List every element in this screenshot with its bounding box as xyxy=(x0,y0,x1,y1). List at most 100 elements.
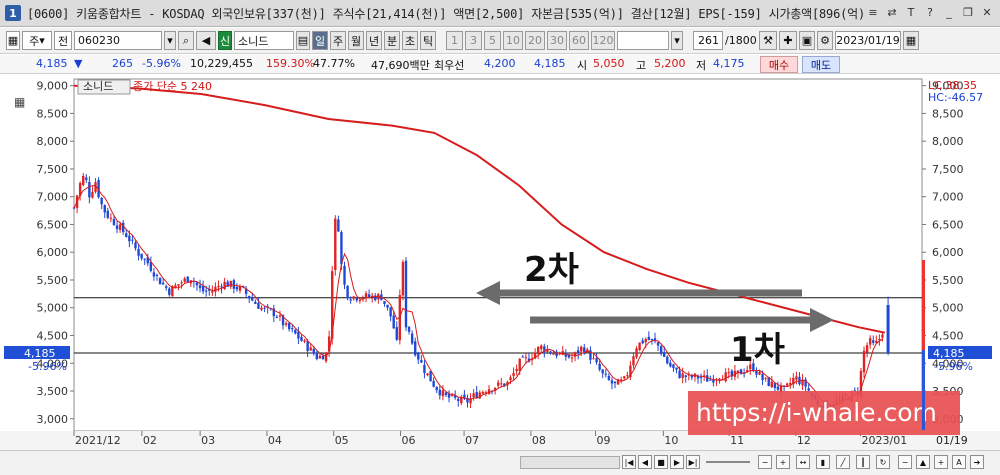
interval-30[interactable]: 30 xyxy=(547,31,567,50)
x-tick-label: 11 xyxy=(730,434,744,447)
low-price: 4,175 xyxy=(713,57,745,70)
arrow-icon[interactable]: ➔ xyxy=(970,455,984,469)
candle-body xyxy=(106,210,110,218)
candle-body xyxy=(647,336,651,340)
candle-body xyxy=(656,342,660,346)
candle-body xyxy=(186,276,189,283)
period-second[interactable]: 초 xyxy=(402,31,418,50)
line-icon[interactable]: ╱ xyxy=(836,455,850,469)
menu-icon[interactable]: ≡ xyxy=(866,5,880,19)
save-icon[interactable]: ▣ xyxy=(799,31,815,50)
best-bid: 4,185 xyxy=(534,57,566,70)
close-icon[interactable]: ✕ xyxy=(980,5,994,19)
settings-icon[interactable]: ⚙ xyxy=(817,31,833,50)
interval-10[interactable]: 10 xyxy=(503,31,523,50)
add-icon[interactable]: + xyxy=(934,455,948,469)
triangle-icon[interactable]: ▲ xyxy=(916,455,930,469)
fit-icon[interactable]: ↔ xyxy=(796,455,810,469)
y-tick-label-right: 6,500 xyxy=(932,218,964,231)
scroll-next-icon[interactable]: ▶ xyxy=(670,455,684,469)
candle-body xyxy=(294,329,297,334)
calendar-icon[interactable]: ▦ xyxy=(903,31,919,50)
scroll-prev-icon[interactable]: ◀ xyxy=(638,455,652,469)
window-title: [0600] 키움종합차트 - KOSDAQ 외국인보유[337(천)] 주식수… xyxy=(27,6,865,21)
sell-button[interactable]: 매도 xyxy=(802,56,840,73)
sound-icon[interactable]: ◀ xyxy=(196,31,216,50)
buy-button[interactable]: 매수 xyxy=(760,56,798,73)
chart-type-select[interactable]: 주 ▾ xyxy=(22,31,52,50)
minimize-icon[interactable]: _ xyxy=(942,5,956,19)
zoom-out-icon[interactable]: − xyxy=(758,455,772,469)
period-year[interactable]: 년 xyxy=(366,31,382,50)
status-bar: |◀ ◀ ■ ▶ ▶| − + ↔ ▮ ╱ ┃ ↻ − ▲ + A ➔ xyxy=(0,450,1000,475)
candle-body xyxy=(223,281,226,289)
candle-body xyxy=(410,333,414,344)
candle-body xyxy=(343,265,346,285)
restore-icon[interactable]: ❐ xyxy=(961,5,975,19)
candle-body xyxy=(457,398,460,402)
price-chart[interactable]: 9,000 8,500 8,000 7,500 7,000 6,500 6,000 5,500… xyxy=(0,75,1000,450)
candle-body xyxy=(201,286,205,292)
chart-toolbar: ▦ 주 ▾ 전 060230 ▾ ⌕ ◀ 신 소니드 ▤ 일 주 월 년 분 초 … xyxy=(0,28,1000,54)
data-count-input[interactable]: 261 xyxy=(693,31,723,50)
candle-body xyxy=(795,376,798,380)
period-tick[interactable]: 틱 xyxy=(420,31,436,50)
scroll-pause-icon[interactable]: ■ xyxy=(654,455,668,469)
interval-5[interactable]: 5 xyxy=(484,31,501,50)
refresh-icon[interactable]: ↻ xyxy=(876,455,890,469)
interval-120[interactable]: 120 xyxy=(591,31,615,50)
candle-body xyxy=(407,326,411,332)
current-price: 4,185 xyxy=(36,57,68,70)
interval-20[interactable]: 20 xyxy=(525,31,545,50)
candle-body xyxy=(195,282,199,286)
candle-body xyxy=(675,367,678,370)
interval-custom-input[interactable] xyxy=(617,31,669,50)
period-minute[interactable]: 분 xyxy=(384,31,400,50)
crosshair-icon[interactable]: ✚ xyxy=(779,31,797,50)
search-icon[interactable]: ⌕ xyxy=(178,31,194,50)
candle-body xyxy=(644,338,647,343)
font-icon[interactable]: A xyxy=(952,455,966,469)
title-bar: 1 [0600] 키움종합차트 - KOSDAQ 외국인보유[337(천)] 주… xyxy=(0,0,1000,27)
candle-body xyxy=(389,307,392,317)
text-icon[interactable]: T xyxy=(904,5,918,19)
candle-body xyxy=(758,371,761,375)
interval-3[interactable]: 3 xyxy=(465,31,482,50)
bar-icon[interactable]: ┃ xyxy=(856,455,870,469)
stock-code-input[interactable]: 060230 xyxy=(74,31,162,50)
interval-1[interactable]: 1 xyxy=(446,31,463,50)
zoom-in-icon[interactable]: + xyxy=(776,455,790,469)
candle-body xyxy=(235,286,239,290)
candle-body xyxy=(321,355,325,360)
tool-icon[interactable]: ⚒ xyxy=(759,31,777,50)
interval-60[interactable]: 60 xyxy=(569,31,589,50)
date-input[interactable]: 2023/01/19 xyxy=(835,31,901,50)
period-week[interactable]: 주 xyxy=(330,31,346,50)
zoom-slider[interactable] xyxy=(706,461,750,463)
scroll-last-icon[interactable]: ▶| xyxy=(686,455,700,469)
chart-area[interactable]: 9,000 8,500 8,000 7,500 7,000 6,500 6,000 5,500… xyxy=(0,75,1000,450)
window-number: 1 xyxy=(5,5,21,21)
candle-body xyxy=(607,375,611,380)
name-menu-icon[interactable]: ▤ xyxy=(296,31,310,50)
candle-icon[interactable]: ▮ xyxy=(816,455,830,469)
y-tick-label-left: 6,500 xyxy=(37,218,69,231)
period-month[interactable]: 월 xyxy=(348,31,364,50)
market-mode[interactable]: 전 xyxy=(54,31,72,50)
scroll-track[interactable] xyxy=(520,456,620,469)
interval-dropdown-icon[interactable]: ▾ xyxy=(671,31,683,50)
link-icon[interactable]: ⇄ xyxy=(885,5,899,19)
grid-icon[interactable]: ▦ xyxy=(6,31,20,50)
code-dropdown-icon[interactable]: ▾ xyxy=(164,31,176,50)
scroll-first-icon[interactable]: |◀ xyxy=(622,455,636,469)
candle-body xyxy=(878,339,881,341)
candle-body xyxy=(552,353,555,355)
period-day[interactable]: 일 xyxy=(312,31,328,50)
candle-body xyxy=(392,315,395,329)
decrease-icon[interactable]: − xyxy=(898,455,912,469)
candle-body xyxy=(724,372,727,382)
x-tick-label: 04 xyxy=(268,434,282,447)
help-icon[interactable]: ? xyxy=(923,5,937,19)
candle-body xyxy=(699,377,703,379)
candle-body xyxy=(395,327,398,340)
